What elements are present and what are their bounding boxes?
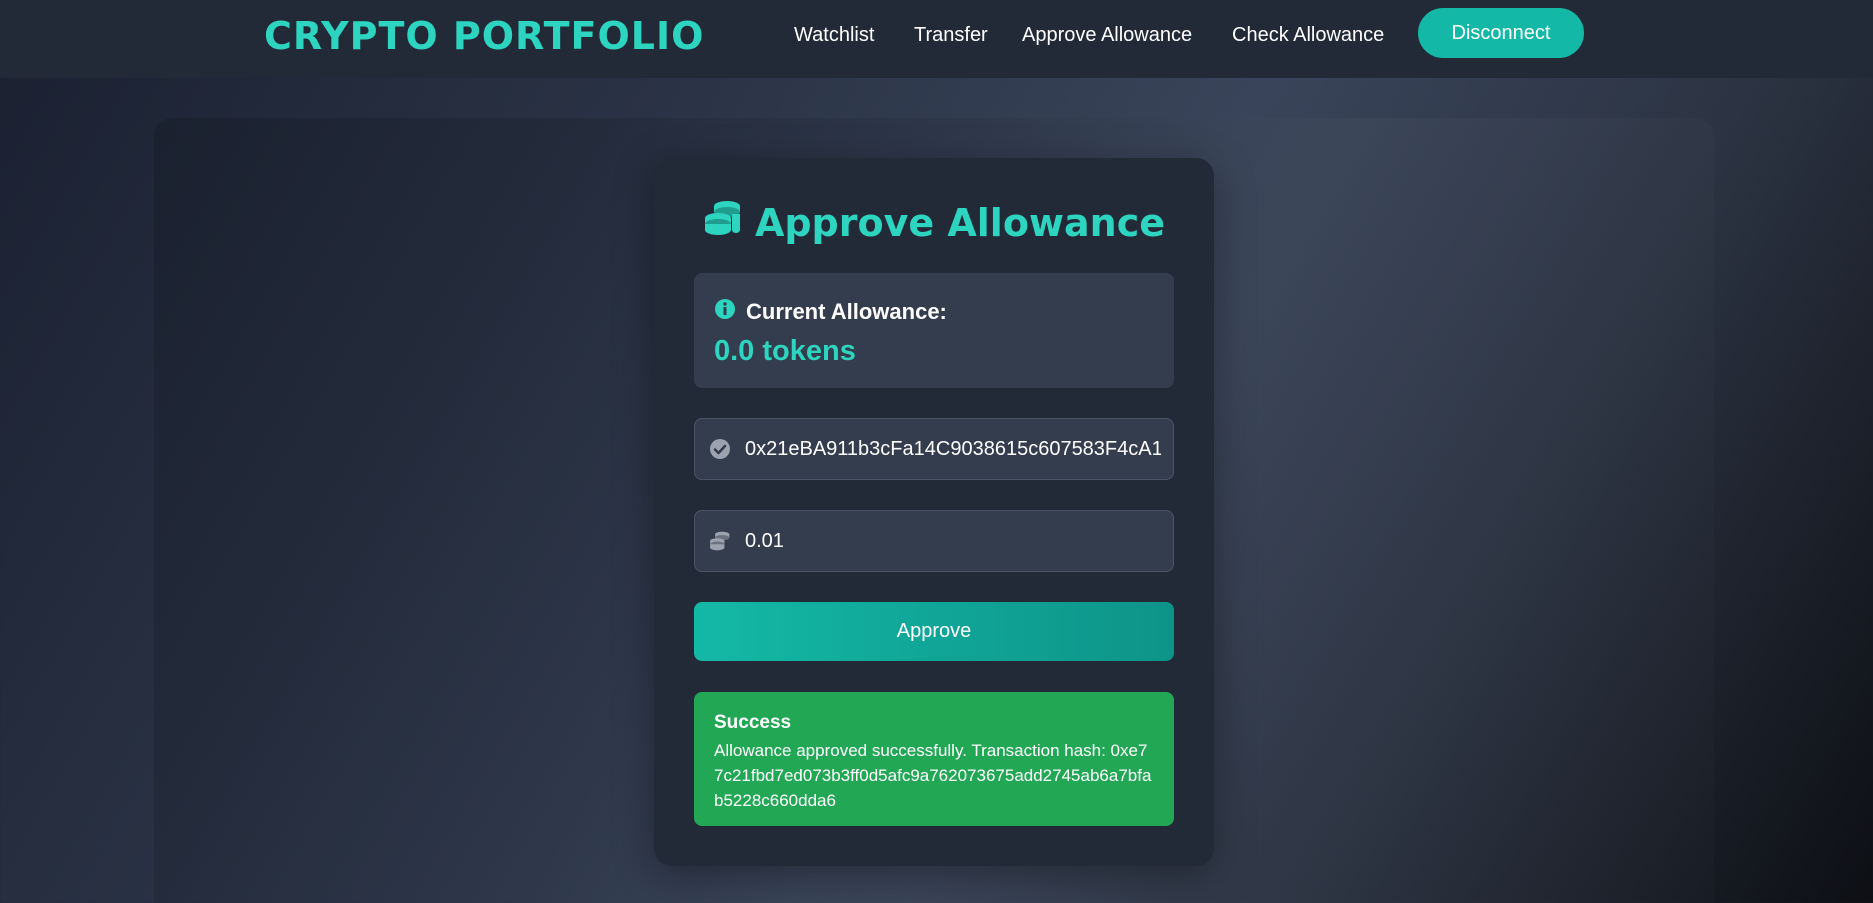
- disconnect-button[interactable]: Disconnect: [1418, 8, 1584, 58]
- spender-field: [694, 418, 1174, 480]
- amount-field: [694, 510, 1174, 572]
- brand-logo[interactable]: CRYPTO PORTFOLIO: [264, 14, 704, 58]
- success-title: Success: [714, 712, 792, 733]
- approve-allowance-card: Approve Allowance Current Allowance: 0.0…: [654, 158, 1214, 866]
- success-alert: Success Allowance approved successfully.…: [694, 692, 1174, 826]
- current-allowance-label: Current Allowance:: [746, 299, 947, 324]
- nav-watchlist[interactable]: Watchlist: [794, 24, 874, 47]
- info-icon: [714, 298, 736, 326]
- navbar: CRYPTO PORTFOLIO Watchlist Transfer Appr…: [0, 0, 1873, 78]
- approve-button[interactable]: Approve: [694, 602, 1174, 661]
- card-title-text: Approve Allowance: [754, 200, 1166, 245]
- nav-transfer[interactable]: Transfer: [914, 24, 988, 47]
- amount-input[interactable]: [745, 511, 1173, 571]
- card-title: Approve Allowance: [654, 198, 1214, 247]
- nav-approve-allowance[interactable]: Approve Allowance: [1022, 24, 1192, 47]
- current-allowance-value: 0.0 tokens: [714, 335, 856, 367]
- check-circle-icon: [695, 438, 745, 460]
- current-allowance-label-row: Current Allowance:: [714, 298, 947, 326]
- current-allowance-box: Current Allowance: 0.0 tokens: [694, 273, 1174, 388]
- nav-check-allowance[interactable]: Check Allowance: [1232, 24, 1384, 47]
- success-message: Allowance approved successfully. Transac…: [714, 741, 1152, 810]
- coins-icon: [695, 530, 745, 552]
- spender-address-input[interactable]: [745, 419, 1173, 479]
- coins-icon: [703, 198, 743, 247]
